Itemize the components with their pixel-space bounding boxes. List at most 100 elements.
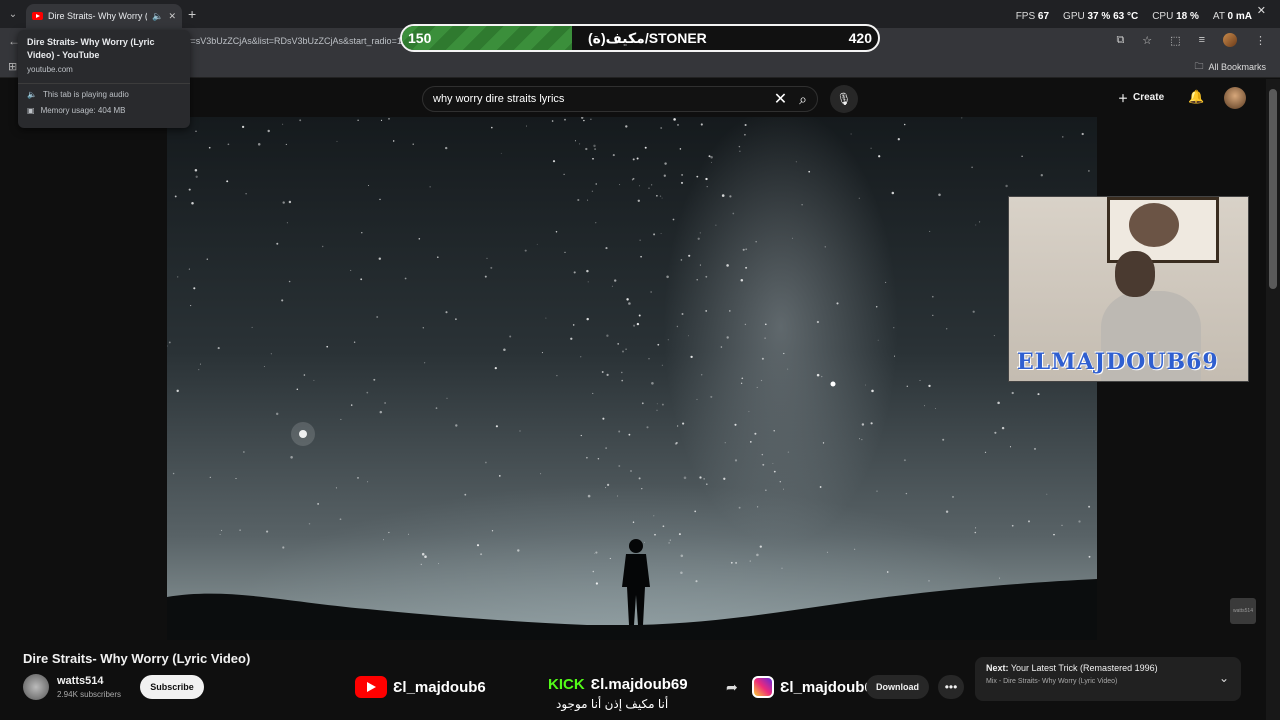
star: [938, 193, 941, 197]
performance-overlay: FPS 67 GPU 37 % 63 °C CPU 18 % AT 0 mA: [1016, 11, 1252, 22]
star: [188, 268, 190, 270]
profile-avatar-icon[interactable]: [1223, 33, 1237, 47]
extensions-icon[interactable]: ⬚: [1170, 34, 1180, 47]
all-bookmarks-button[interactable]: 🗀 All Bookmarks: [1194, 59, 1266, 75]
star: [424, 362, 426, 364]
channel-avatar[interactable]: [23, 674, 49, 700]
apps-grid-icon[interactable]: ⊞: [8, 60, 17, 73]
star: [897, 138, 900, 141]
star: [726, 336, 729, 339]
star: [226, 180, 229, 183]
star: [191, 201, 194, 205]
speaker-icon[interactable]: 🔈: [152, 11, 163, 22]
star: [577, 198, 580, 202]
star: [299, 119, 302, 122]
star: [485, 461, 487, 464]
star: [710, 155, 713, 159]
star: [757, 506, 759, 508]
star: [744, 123, 747, 127]
star: [286, 222, 288, 224]
more-actions-icon[interactable]: •••: [938, 675, 964, 699]
star: [654, 533, 656, 536]
star: [339, 518, 342, 521]
star: [587, 199, 589, 201]
next-up-panel[interactable]: Next: Your Latest Trick (Remastered 1996…: [975, 657, 1241, 701]
create-button[interactable]: ＋ Create: [1118, 90, 1164, 105]
channel-watermark[interactable]: watts514: [1230, 598, 1256, 624]
star: [296, 388, 299, 391]
star: [275, 412, 279, 416]
download-button[interactable]: Download: [866, 675, 929, 699]
all-bookmarks-label: All Bookmarks: [1208, 62, 1266, 72]
youtube-handle-text: Ɛl_majdoub6: [393, 678, 486, 696]
window-close-icon[interactable]: ✕: [1257, 4, 1266, 17]
star: [808, 170, 811, 173]
page-scrollbar[interactable]: [1266, 79, 1280, 720]
chevron-down-icon[interactable]: ⌄: [1219, 671, 1229, 685]
star: [946, 328, 948, 330]
star: [360, 278, 363, 281]
video-player[interactable]: [167, 117, 1097, 640]
webcam-overlay: ELMAJDOUB69: [1008, 196, 1249, 382]
clear-search-icon[interactable]: ✕: [774, 89, 787, 109]
star: [745, 248, 748, 251]
youtube-favicon-icon: [32, 12, 43, 20]
scrollbar-thumb[interactable]: [1269, 89, 1277, 289]
notifications-bell-icon[interactable]: 🔔: [1188, 89, 1204, 105]
star: [607, 483, 610, 486]
url-field[interactable]: v=sV3bUzZCjAs&list=RDsV3bUzZCjAs&start_r…: [186, 31, 406, 51]
tab-search-chevron-icon[interactable]: ⌄: [4, 5, 22, 23]
star: [1005, 184, 1008, 188]
star: [617, 343, 620, 345]
star: [699, 232, 701, 234]
star: [503, 348, 506, 351]
menu-kebab-icon[interactable]: ⋮: [1255, 34, 1266, 47]
subscribe-button[interactable]: Subscribe: [140, 675, 204, 699]
star: [491, 530, 494, 532]
search-box[interactable]: why worry dire straits lyrics ✕ ⌕: [422, 86, 818, 112]
star: [270, 353, 272, 355]
star: [573, 271, 576, 274]
star: [669, 539, 671, 541]
star: [167, 345, 168, 347]
star: [500, 152, 502, 154]
cast-icon[interactable]: ⧉: [1116, 34, 1124, 47]
star: [945, 510, 949, 513]
star: [681, 313, 684, 315]
fps-stat: FPS 67: [1016, 11, 1049, 22]
star: [721, 194, 725, 197]
star: [696, 175, 699, 178]
star: [928, 384, 931, 388]
star: [854, 548, 856, 550]
star: [366, 391, 369, 394]
star: [656, 409, 658, 411]
share-arrow-icon[interactable]: ➦: [726, 679, 738, 696]
microphone-icon[interactable]: 🎙: [830, 85, 858, 113]
channel-name[interactable]: watts514: [57, 675, 103, 687]
star: [219, 534, 221, 535]
star: [695, 580, 698, 583]
star: [606, 334, 609, 337]
close-tab-icon[interactable]: ✕: [168, 11, 176, 22]
memory-usage-text: Memory usage: 404 MB: [40, 106, 126, 115]
star: [819, 486, 822, 488]
star: [761, 453, 764, 456]
star: [563, 173, 565, 176]
hover-card-domain: youtube.com: [27, 65, 73, 74]
star: [418, 238, 421, 240]
search-icon[interactable]: ⌕: [799, 91, 807, 108]
new-tab-plus-icon[interactable]: +: [188, 6, 196, 22]
tab-hover-card: Dire Straits- Why Worry (Lyric Video) - …: [18, 30, 190, 128]
star: [1053, 533, 1055, 536]
star: [592, 570, 595, 573]
media-control-icon[interactable]: ≡: [1199, 34, 1205, 46]
star: [594, 552, 595, 554]
search-input[interactable]: why worry dire straits lyrics: [433, 93, 774, 105]
browser-tab[interactable]: Dire Straits- Why Worry (Ly 🔈 ✕: [26, 4, 182, 28]
star: [773, 430, 775, 432]
star: [632, 158, 635, 161]
star: [787, 368, 789, 370]
account-avatar[interactable]: [1224, 87, 1246, 109]
star: [190, 305, 192, 307]
bookmark-star-icon[interactable]: ☆: [1142, 34, 1152, 47]
